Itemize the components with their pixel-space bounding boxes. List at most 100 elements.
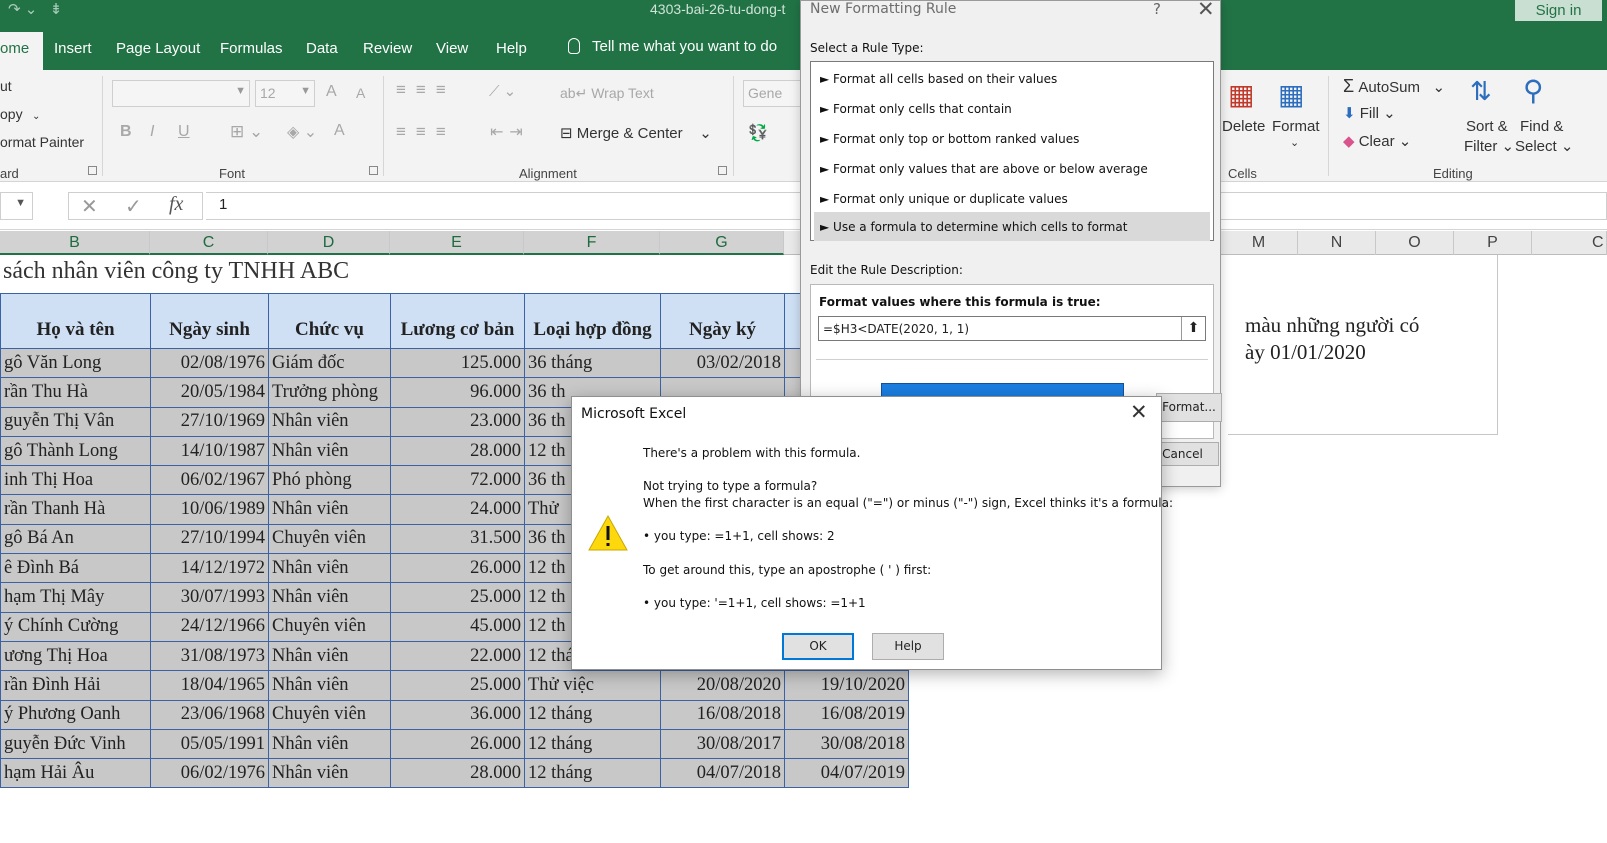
table-cell[interactable]: 20/08/2020 — [660, 670, 785, 701]
table-cell[interactable]: rần Thu Hà — [0, 377, 151, 408]
clear-button[interactable]: ◆ Clear ⌄ — [1343, 132, 1411, 150]
table-cell[interactable]: 22.000 — [390, 640, 525, 672]
table-cell[interactable]: 72.000 — [390, 465, 525, 496]
table-cell[interactable]: 24/12/1966 — [150, 611, 269, 642]
table-cell[interactable]: guyễn Thị Vân — [0, 406, 151, 437]
table-cell[interactable]: 26.000 — [390, 553, 525, 584]
table-cell[interactable]: 26.000 — [390, 728, 525, 760]
close-icon[interactable]: ✕ — [1197, 0, 1215, 21]
table-cell[interactable]: Chuyên viên — [268, 523, 391, 555]
font-name-combo[interactable]: ▼ — [112, 80, 250, 107]
note-line-2[interactable]: ày 01/01/2020 — [1245, 340, 1366, 365]
rule-type-item[interactable]: ► Format only top or bottom ranked value… — [814, 124, 1210, 153]
table-cell[interactable]: gô Văn Long — [0, 347, 151, 379]
indent-icons[interactable]: ⇤⇥ — [490, 122, 529, 142]
table-cell[interactable]: Nhân viên — [268, 582, 391, 613]
table-cell[interactable]: 06/02/1967 — [150, 465, 269, 496]
header-cell[interactable]: Chức vụ — [268, 293, 391, 349]
table-cell[interactable]: guyễn Đức Vinh — [0, 728, 151, 760]
format-painter-button[interactable]: ormat Painter — [0, 134, 84, 150]
format-button[interactable]: Format... — [1156, 393, 1222, 422]
table-cell[interactable]: 30/07/1993 — [150, 582, 269, 613]
orientation-icon[interactable]: ⟋ ⌄ — [489, 82, 516, 100]
tell-me-search[interactable]: Tell me what you want to do — [568, 38, 777, 55]
table-cell[interactable]: Chuyên viên — [268, 699, 391, 730]
table-cell[interactable]: 31/08/1973 — [150, 640, 269, 672]
italic-button[interactable]: I — [150, 123, 154, 141]
table-cell[interactable]: 12 tháng — [524, 728, 661, 760]
dialog-launcher-icon[interactable] — [369, 166, 378, 175]
table-cell[interactable]: 03/02/2018 — [660, 347, 785, 379]
column-header-m[interactable]: M — [1220, 231, 1298, 255]
dialog-launcher-icon[interactable] — [718, 166, 727, 175]
table-cell[interactable]: 04/07/2019 — [784, 758, 909, 789]
table-cell[interactable]: hạm Thị Mây — [0, 582, 151, 613]
tab-help[interactable]: Help — [496, 40, 527, 57]
table-cell[interactable]: Nhân viên — [268, 553, 391, 584]
column-header-p[interactable]: P — [1454, 231, 1532, 255]
column-header-e[interactable]: E — [390, 231, 524, 255]
rule-type-item[interactable]: ► Format only cells that contain — [814, 94, 1210, 123]
delete-button[interactable]: Delete — [1222, 118, 1265, 135]
font-color-button[interactable]: A — [334, 122, 345, 140]
column-header-d[interactable]: D — [268, 231, 390, 255]
table-cell[interactable]: 27/10/1994 — [150, 523, 269, 555]
table-cell[interactable]: ý Chính Cường — [0, 611, 151, 642]
table-cell[interactable]: ý Phương Oanh — [0, 699, 151, 730]
tab-home[interactable]: ome — [0, 32, 44, 70]
column-header-g[interactable]: G — [660, 231, 784, 255]
sign-in-button[interactable]: Sign in — [1515, 0, 1602, 21]
quick-access-toolbar[interactable]: ↷ ⌄ ⇟ — [8, 0, 62, 18]
autosum-button[interactable]: Σ AutoSum ⌄ — [1343, 76, 1445, 97]
formula-input[interactable]: =$H3<DATE(2020, 1, 1) ⬆ — [818, 316, 1206, 341]
header-cell[interactable]: Loại hợp đồng — [524, 293, 661, 349]
table-cell[interactable]: 23/06/1968 — [150, 699, 269, 730]
table-cell[interactable]: Nhân viên — [268, 758, 391, 789]
table-cell[interactable]: 30/08/2018 — [784, 728, 909, 760]
table-cell[interactable]: 31.500 — [390, 523, 525, 555]
table-cell[interactable]: 20/05/1984 — [150, 377, 269, 408]
dialog-launcher-icon[interactable] — [88, 166, 97, 175]
table-cell[interactable]: 05/05/1991 — [150, 728, 269, 760]
table-cell[interactable]: 96.000 — [390, 377, 525, 408]
table-cell[interactable]: ê Đình Bá — [0, 553, 151, 584]
sort-filter-line1[interactable]: Sort & — [1466, 118, 1508, 135]
table-cell[interactable]: 06/02/1976 — [150, 758, 269, 789]
find-select-button[interactable]: Select ⌄ — [1515, 137, 1573, 155]
table-cell[interactable]: 45.000 — [390, 611, 525, 642]
cut-button[interactable]: ut — [0, 78, 12, 94]
table-cell[interactable]: Trưởng phòng — [268, 377, 391, 408]
table-cell[interactable]: hạm Hải Âu — [0, 758, 151, 789]
table-cell[interactable]: 25.000 — [390, 670, 525, 701]
table-cell[interactable]: 23.000 — [390, 406, 525, 437]
tab-view[interactable]: View — [436, 40, 468, 57]
header-cell[interactable]: Lương cơ bản — [390, 293, 525, 349]
tab-page-layout[interactable]: Page Layout — [116, 40, 200, 57]
currency-icon[interactable]: 💱 — [748, 123, 768, 143]
table-cell[interactable]: 12 tháng — [524, 758, 661, 789]
table-cell[interactable]: Phó phòng — [268, 465, 391, 496]
note-line-1[interactable]: màu những người có — [1245, 313, 1419, 338]
sheet-title[interactable]: sách nhân viên công ty TNHH ABC — [3, 258, 349, 285]
table-cell[interactable]: Giám đốc — [268, 347, 391, 379]
table-cell[interactable]: Nhân viên — [268, 728, 391, 760]
column-header-q[interactable]: C — [1532, 231, 1607, 255]
font-size-combo[interactable]: 12 ▼ — [255, 80, 315, 107]
help-button[interactable]: Help — [872, 633, 944, 660]
header-cell[interactable]: Họ và tên — [0, 293, 151, 349]
find-select-line1[interactable]: Find & — [1520, 118, 1563, 135]
tab-review[interactable]: Review — [363, 40, 412, 57]
underline-button[interactable]: U — [178, 123, 190, 141]
vertical-align-icons[interactable]: ≡≡≡ — [396, 80, 456, 100]
column-header-c[interactable]: C — [150, 231, 268, 255]
table-cell[interactable]: 25.000 — [390, 582, 525, 613]
table-cell[interactable]: 36.000 — [390, 699, 525, 730]
table-cell[interactable]: 16/08/2018 — [660, 699, 785, 730]
name-box[interactable]: ▼ — [0, 192, 33, 220]
table-cell[interactable]: Nhân viên — [268, 435, 391, 467]
table-cell[interactable]: 10/06/1989 — [150, 494, 269, 525]
table-cell[interactable]: gô Bá An — [0, 523, 151, 555]
table-cell[interactable]: inh Thị Hoa — [0, 465, 151, 496]
bold-button[interactable]: B — [120, 123, 132, 141]
table-cell[interactable]: 125.000 — [390, 347, 525, 379]
